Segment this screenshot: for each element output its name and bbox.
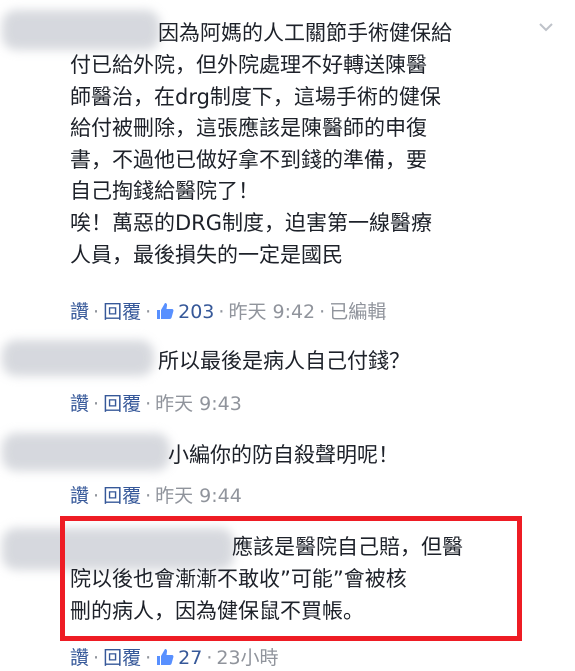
comment-text-line: 應該是醫院自己賠，但醫 (232, 535, 463, 559)
comment-text-line: 師醫治，在drg制度下，這場手術的健保 (70, 85, 441, 109)
comment-text-line: 自己掏錢給醫院了！ (70, 179, 259, 203)
like-link[interactable]: 讚 (70, 393, 89, 415)
reply-link[interactable]: 回覆 (103, 393, 141, 415)
comment-text-line: 院以後也會漸漸不敢收”可能”會被核 (70, 567, 407, 591)
timestamp[interactable]: 昨天 9:44 (155, 485, 242, 507)
comment-text-line: 唉！萬惡的DRG制度，迫害第一線醫療 (70, 211, 433, 235)
like-link[interactable]: 讚 (70, 485, 89, 507)
thumbs-up-icon (157, 303, 174, 319)
comment-text-line: 所以最後是病人自己付錢？ (158, 349, 410, 373)
blurred-avatar-name (2, 340, 154, 376)
timestamp[interactable]: 昨天 9:43 (155, 393, 242, 415)
reply-link[interactable]: 回覆 (103, 647, 141, 669)
comment-text-line: 刪的病人，因為健保鼠不買帳。 (70, 599, 364, 623)
like-count[interactable]: 203 (178, 301, 214, 323)
timestamp[interactable]: 昨天 9:42 (228, 301, 315, 323)
comment-actions: 讚 · 回覆 · 昨天 9:43 (70, 393, 242, 415)
comment-text-line: 小編你的防自殺聲明呢！ (168, 443, 399, 467)
reply-link[interactable]: 回覆 (103, 301, 141, 323)
reply-link[interactable]: 回覆 (103, 485, 141, 507)
comment-text-line: 人員，最後損失的一定是國民 (70, 243, 343, 267)
comment-actions: 讚 · 回覆 · 203 · 昨天 9:42 · 已編輯 (70, 301, 387, 323)
comment-text-line: 書，不過他已做好拿不到錢的準備，要 (70, 148, 427, 172)
thumbs-up-icon (157, 649, 174, 665)
edited-label: 已編輯 (329, 301, 387, 323)
blurred-avatar-name (2, 433, 170, 471)
comment-text-line: 因為阿媽的人工關節手術健保給 (158, 21, 452, 45)
blurred-avatar-name (2, 10, 160, 50)
comment-text-line: 付已給外院，但外院處理不好轉送陳醫 (70, 53, 427, 77)
like-link[interactable]: 讚 (70, 647, 89, 669)
comment-actions: 讚 · 回覆 · 27 · 23小時 (70, 647, 279, 669)
timestamp[interactable]: 23小時 (216, 647, 278, 669)
chevron-down-icon[interactable] (539, 20, 553, 34)
like-count[interactable]: 27 (178, 647, 202, 669)
like-link[interactable]: 讚 (70, 301, 89, 323)
comment-actions: 讚 · 回覆 · 昨天 9:44 (70, 485, 242, 507)
comment-text-line: 給付被刪除，這張應該是陳醫師的申復 (70, 116, 427, 140)
